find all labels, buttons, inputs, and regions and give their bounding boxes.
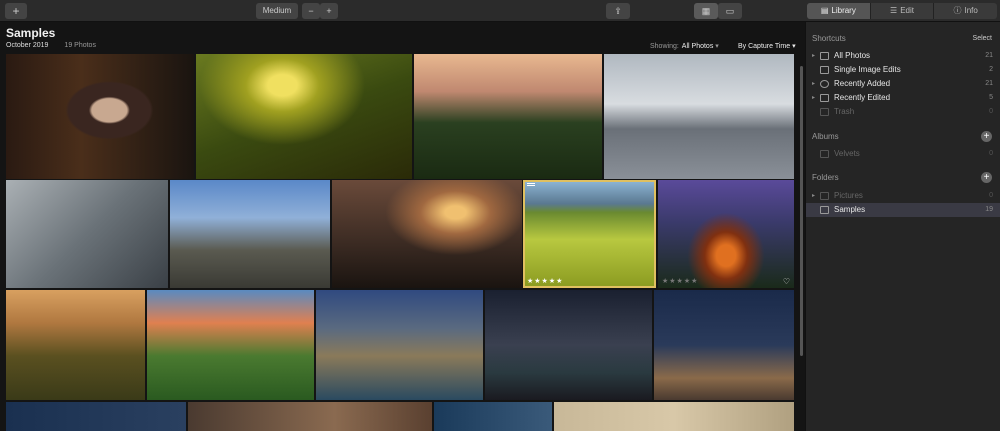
date-label: October 2019 (6, 42, 49, 49)
sidebar-item-label: Velvets (834, 149, 860, 158)
sidebar-item-recently-edited[interactable]: ▸ Recently Edited 5 (806, 91, 1000, 105)
photo-thumbnail[interactable] (6, 402, 186, 431)
sidebar-item-album[interactable]: Velvets 0 (806, 147, 1000, 161)
rating-stars[interactable]: ★★★★★ (662, 277, 698, 285)
tab-library-label: Library (831, 6, 856, 15)
sidebar-item-samples[interactable]: Samples 19 (806, 203, 1000, 217)
grid-subtitle: October 2019 19 Photos (6, 42, 96, 49)
page-title: Samples (6, 26, 56, 40)
tab-info-label: Info (964, 6, 978, 15)
chevron-right-icon: ▸ (812, 193, 816, 199)
grid-scrollbar[interactable] (800, 66, 803, 356)
photo-thumbnail[interactable] (554, 402, 794, 431)
photo-thumbnail[interactable] (485, 290, 652, 400)
photo-thumbnail[interactable] (147, 290, 314, 400)
edit-image-icon (820, 66, 829, 74)
add-album-button[interactable]: + (981, 131, 992, 142)
zoom-in-button[interactable]: + (320, 3, 338, 19)
photo-thumbnail[interactable] (6, 54, 194, 179)
showing-filter[interactable]: Showing: All Photos ▾ (650, 42, 719, 50)
sidebar-item-single-image-edits[interactable]: Single Image Edits 2 (806, 63, 1000, 77)
tab-edit-label: Edit (900, 6, 914, 15)
chevron-right-icon: ▸ (812, 81, 816, 87)
photo-thumbnail[interactable] (170, 180, 330, 288)
photo-count: 19 Photos (64, 42, 96, 49)
photo-thumbnail[interactable] (316, 290, 483, 400)
clock-icon (820, 80, 829, 88)
sidebar-item-label: Recently Edited (834, 93, 891, 102)
heart-icon[interactable]: ♡ (783, 277, 790, 286)
edit-icon: ☰ (890, 6, 898, 15)
folder-icon (820, 192, 829, 200)
photo-thumbnail-selected[interactable]: ★★★★★ (523, 180, 656, 288)
photo-thumbnail[interactable] (332, 180, 522, 288)
sidebar-item-recently-added[interactable]: ▸ Recently Added 21 (806, 77, 1000, 91)
sidebar-item-label: Recently Added (834, 79, 891, 88)
sidebar-item-trash[interactable]: Trash 0 (806, 105, 1000, 119)
shortcuts-header: Shortcuts (812, 34, 846, 43)
sidebar-item-label: Pictures (834, 191, 863, 200)
photo-thumbnail[interactable] (434, 402, 552, 431)
sort-label: By Capture Time (738, 43, 791, 50)
sidebar-item-count: 0 (989, 192, 993, 199)
library-sidebar: Shortcuts Select ▸ All Photos 21 Single … (805, 22, 1000, 431)
sidebar-item-count: 2 (989, 66, 993, 73)
photo-thumbnail[interactable] (188, 402, 432, 431)
add-folder-button[interactable]: + (981, 172, 992, 183)
chevron-down-icon: ▾ (713, 43, 719, 50)
sort-dropdown[interactable]: By Capture Time ▾ (738, 42, 796, 50)
library-icon: ▤ (820, 6, 829, 15)
tab-info[interactable]: ⓘ Info (934, 3, 997, 19)
sidebar-item-count: 19 (985, 206, 993, 213)
panel-tabs: ▤ Library ☰ Edit ⓘ Info (807, 3, 997, 19)
grid-view-button[interactable]: ▦ (694, 3, 718, 19)
sidebar-item-count: 0 (989, 108, 993, 115)
showing-label: Showing: (650, 43, 679, 50)
tab-library[interactable]: ▤ Library (807, 3, 871, 19)
photo-thumbnail[interactable] (6, 180, 168, 288)
chevron-down-icon: ▾ (790, 43, 796, 50)
sidebar-item-count: 0 (989, 150, 993, 157)
chevron-right-icon: ▸ (812, 53, 816, 59)
rating-stars[interactable]: ★★★★★ (527, 277, 563, 285)
zoom-out-button[interactable]: − (302, 3, 320, 19)
tab-edit[interactable]: ☰ Edit (871, 3, 935, 19)
flag-icon (527, 183, 535, 184)
edited-icon (820, 94, 829, 102)
sidebar-item-count: 21 (985, 80, 993, 87)
info-icon: ⓘ (953, 6, 962, 15)
photo-thumbnail[interactable] (654, 290, 794, 400)
album-icon (820, 150, 829, 158)
sidebar-item-label: Single Image Edits (834, 65, 901, 74)
share-button[interactable]: ⇪ (606, 3, 630, 19)
photo-thumbnail[interactable] (196, 54, 412, 179)
photos-icon (820, 52, 829, 60)
top-toolbar: + Medium − + ⇪ ▦ ▭ ▤ Library ☰ Edit ⓘ Info (0, 0, 1000, 22)
thumbnail-size-dropdown[interactable]: Medium (256, 3, 298, 19)
sidebar-item-pictures[interactable]: ▸ Pictures 0 (806, 189, 1000, 203)
add-button[interactable]: + (5, 3, 27, 19)
albums-header: Albums (812, 132, 839, 141)
sidebar-item-count: 5 (989, 94, 993, 101)
sidebar-item-label: Trash (834, 107, 855, 116)
single-view-button[interactable]: ▭ (718, 3, 742, 19)
select-button[interactable]: Select (973, 35, 992, 42)
photo-thumbnail[interactable] (604, 54, 794, 179)
sidebar-item-all-photos[interactable]: ▸ All Photos 21 (806, 49, 1000, 63)
showing-value: All Photos (681, 43, 714, 50)
photo-grid-area: Samples October 2019 19 Photos Showing: Al… (0, 22, 805, 431)
sidebar-item-label: All Photos (834, 51, 871, 60)
folder-icon (820, 206, 829, 214)
folders-header: Folders (812, 173, 839, 182)
chevron-right-icon: ▸ (812, 95, 816, 101)
photo-thumbnail[interactable] (414, 54, 602, 179)
photo-thumbnail[interactable]: ★★★★★ ♡ (658, 180, 794, 288)
trash-icon (820, 108, 829, 116)
sidebar-item-count: 21 (985, 52, 993, 59)
sidebar-item-label: Samples (834, 205, 866, 214)
photo-thumbnail[interactable] (6, 290, 145, 400)
